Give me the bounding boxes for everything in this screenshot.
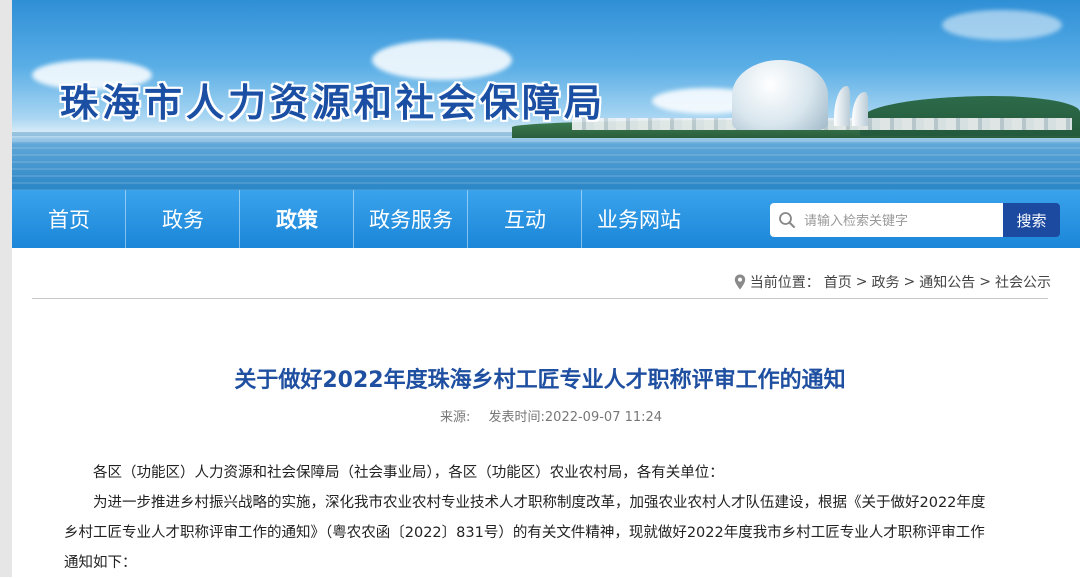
search-box: [770, 203, 1004, 239]
article-source: 来源:: [440, 410, 471, 425]
article-paragraph: 为进一步推进乡村振兴战略的实施，深化我市农业农村专业技术人才职称制度改革，加强农…: [93, 495, 986, 511]
nav-item-government[interactable]: 政务: [126, 190, 240, 248]
opera-house-dome: [732, 60, 828, 130]
nav-item-home[interactable]: 首页: [12, 190, 126, 248]
breadcrumb-label: 当前位置：: [749, 275, 820, 291]
search-input[interactable]: [802, 203, 1002, 239]
nav-item-business-sites[interactable]: 业务网站: [582, 190, 696, 248]
opera-house-shell: [852, 92, 868, 126]
nav-item-interaction[interactable]: 互动: [468, 190, 582, 248]
article-body: 各区（功能区）人力资源和社会保障局（社会事业局），各区（功能区）农业农村局，各有…: [64, 458, 1024, 578]
breadcrumb: 当前位置： 首页 > 政务 > 通知公告 > 社会公示: [734, 272, 1051, 292]
breadcrumb-separator: >: [855, 274, 868, 290]
article-meta: 来源: 发表时间:2022-09-07 11:24: [440, 406, 676, 425]
hill: [860, 96, 1080, 136]
breadcrumb-home[interactable]: 首页: [824, 272, 852, 292]
location-pin-icon: [734, 274, 745, 290]
article-paragraph: 通知如下：: [64, 555, 137, 571]
sea-water: [12, 140, 1080, 190]
search-button[interactable]: 搜索: [1003, 203, 1060, 237]
search-icon: [779, 212, 795, 228]
article-paragraph: 各区（功能区）人力资源和社会保障局（社会事业局），各区（功能区）农业农村局，各有…: [93, 465, 724, 481]
breadcrumb-public-notice[interactable]: 社会公示: [995, 272, 1051, 292]
article-title: 关于做好2022年度珠海乡村工匠专业人才职称评审工作的通知: [234, 368, 846, 393]
nav-item-policy[interactable]: 政策: [240, 190, 354, 248]
header-banner: 珠海市人力资源和社会保障局: [12, 0, 1080, 190]
page-left-edge: [0, 0, 12, 577]
opera-house-shell: [834, 86, 850, 126]
breadcrumb-government[interactable]: 政务: [872, 272, 900, 292]
breadcrumb-notices[interactable]: 通知公告: [919, 272, 975, 292]
article-publish-time: 发表时间:2022-09-07 11:24: [488, 410, 663, 425]
site-title: 珠海市人力资源和社会保障局: [60, 81, 607, 125]
nav-item-gov-services[interactable]: 政务服务: [354, 190, 468, 248]
breadcrumb-separator: >: [903, 274, 916, 290]
article-paragraph: 乡村工匠专业人才职称评审工作的通知》（粤农农函〔2022〕831号）的有关文件精…: [64, 525, 985, 541]
cloud: [942, 10, 1062, 40]
breadcrumb-divider: [32, 298, 1048, 299]
breadcrumb-separator: >: [979, 274, 991, 290]
